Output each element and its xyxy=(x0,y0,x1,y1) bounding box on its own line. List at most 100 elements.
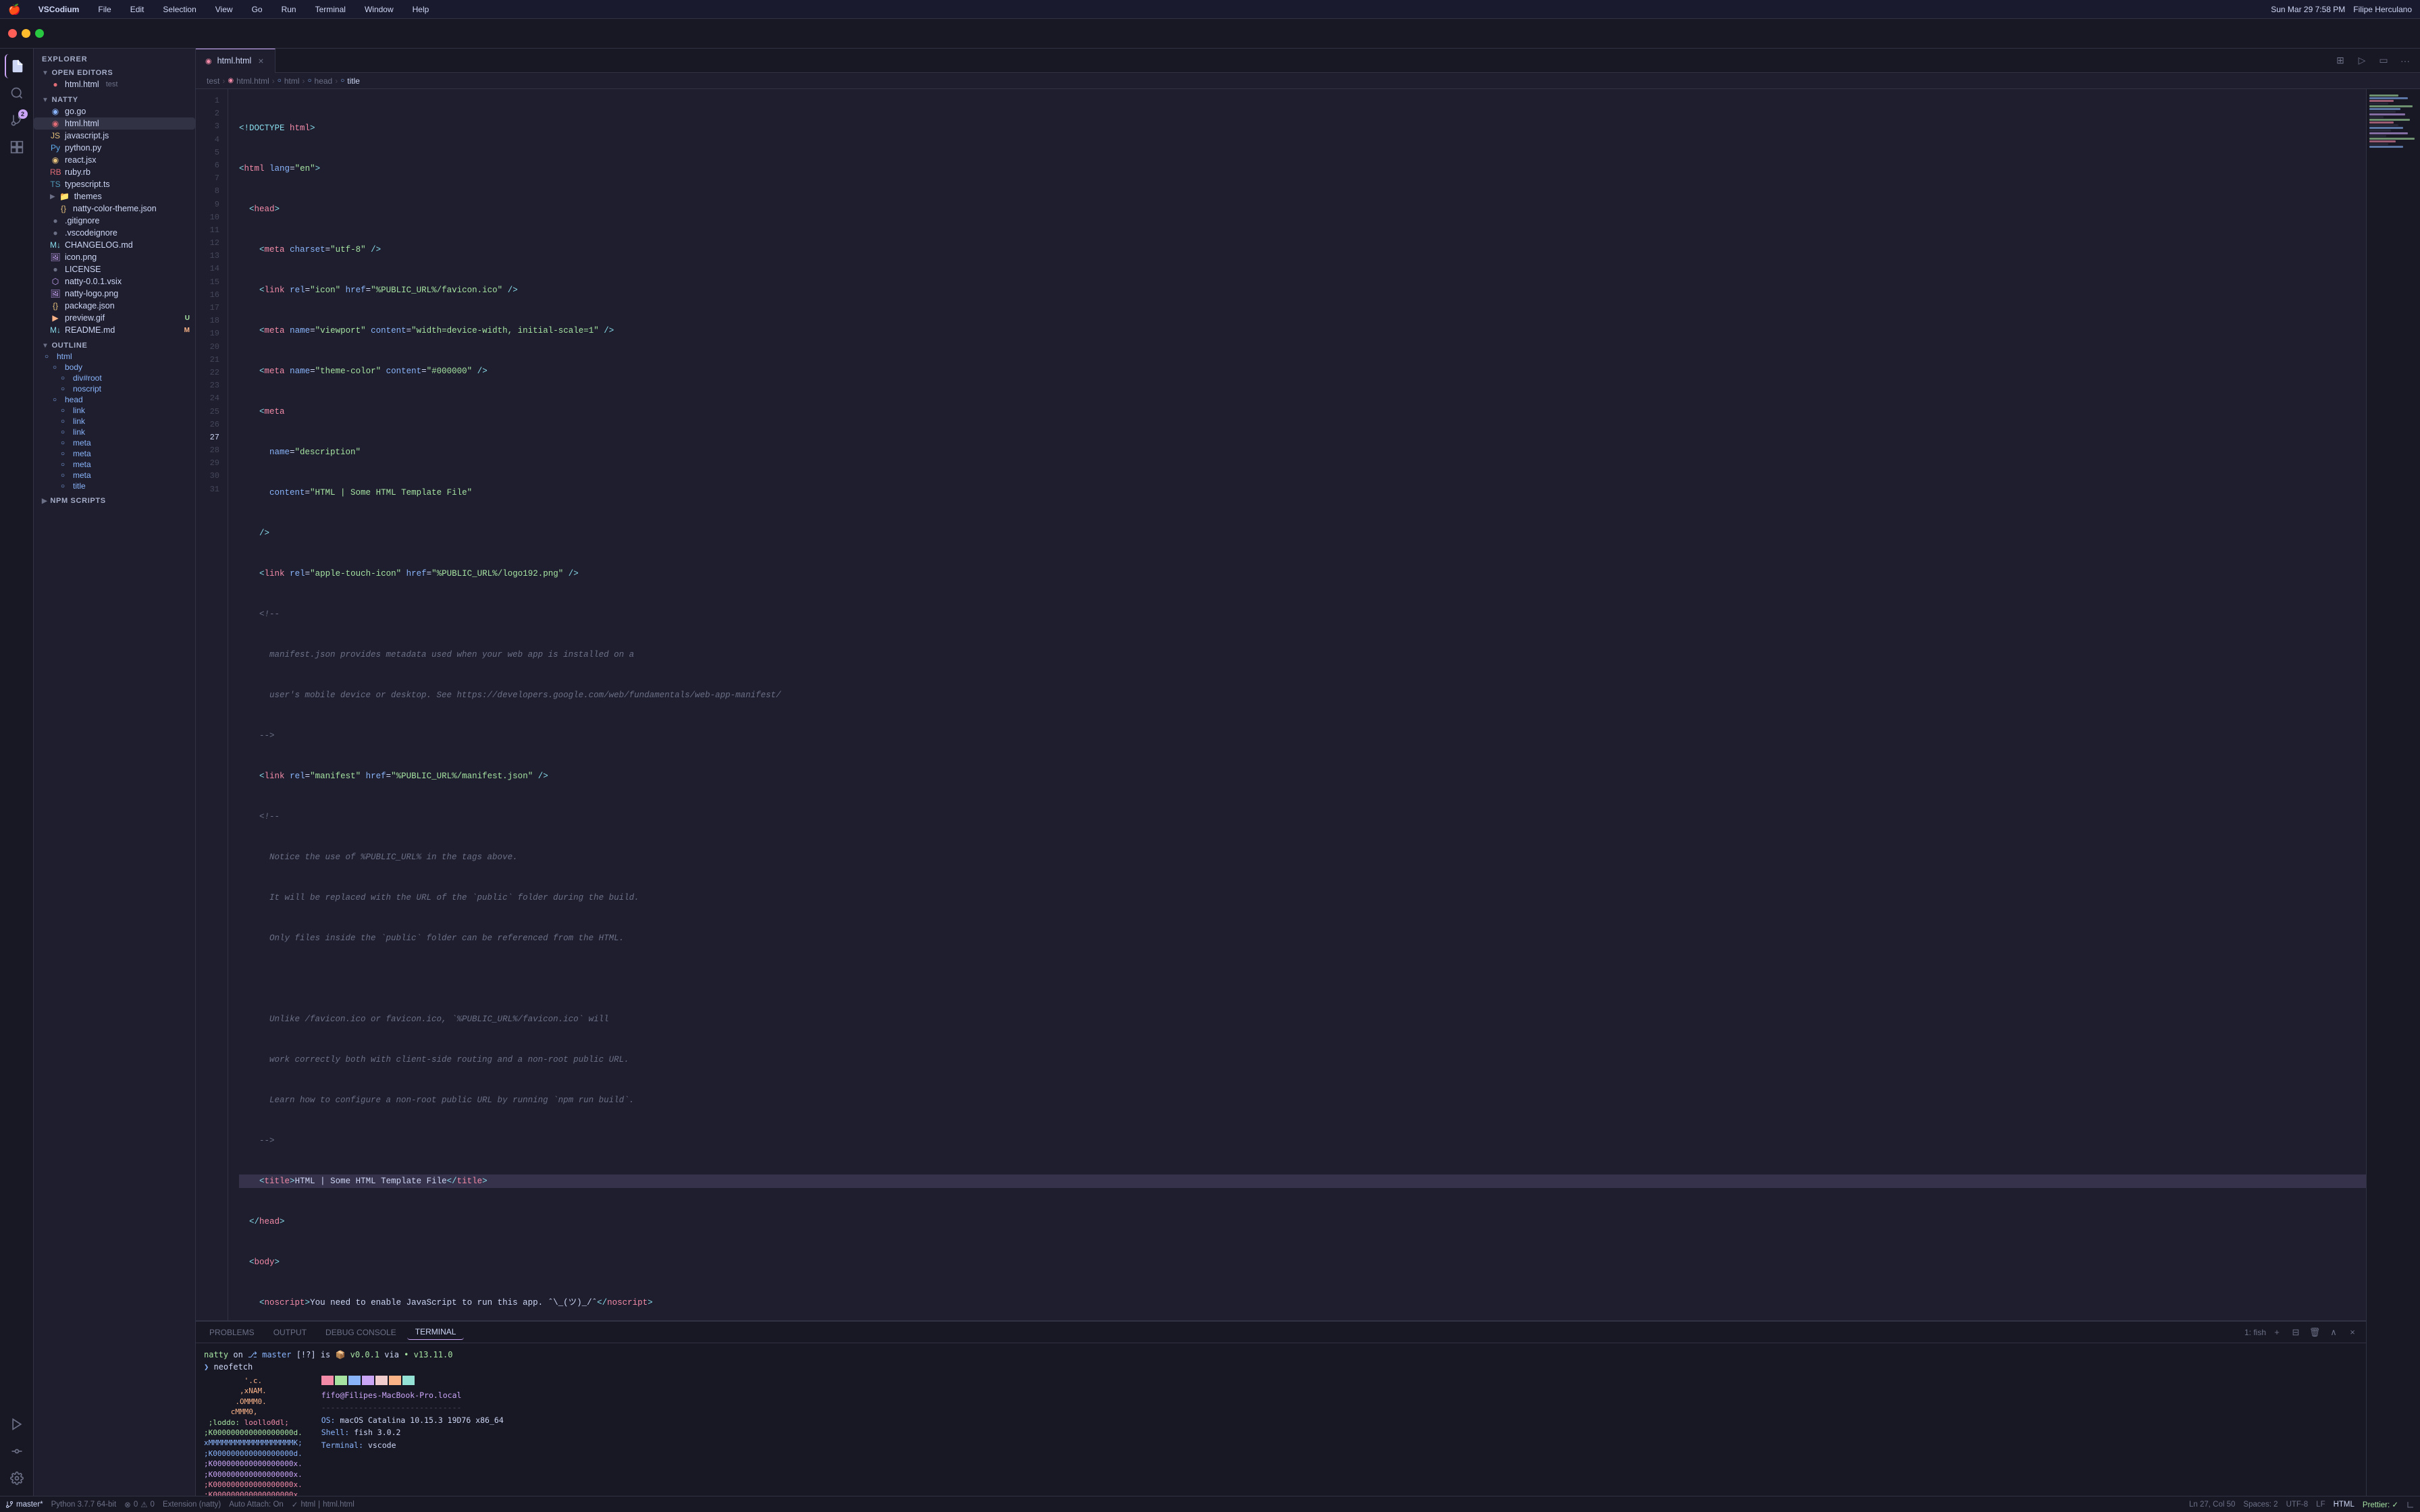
file-package-json[interactable]: {} package.json xyxy=(34,300,195,312)
outline-link3[interactable]: ○ link xyxy=(34,427,195,437)
outline-body[interactable]: ○ body xyxy=(34,362,195,373)
file-theme-json[interactable]: {} natty-color-theme.json xyxy=(34,202,195,215)
file-logo-png[interactable]: 🖼 natty-logo.png xyxy=(34,288,195,300)
explorer-header[interactable]: EXPLORER xyxy=(34,49,195,66)
minimize-button[interactable] xyxy=(22,29,30,38)
menu-view[interactable]: View xyxy=(211,3,237,16)
file-license[interactable]: ● LICENSE xyxy=(34,263,195,275)
code-editor[interactable]: 1 2 3 4 5 6 7 8 9 10 11 12 13 xyxy=(196,89,2366,1496)
outline-head[interactable]: ○ head xyxy=(34,394,195,405)
formatter-status[interactable]: Prettier: ✓ xyxy=(2363,1500,2398,1509)
errors-status[interactable]: ⊗ 0 ⚠ 0 xyxy=(124,1500,155,1509)
terminal-split-button[interactable]: ⊟ xyxy=(2288,1324,2304,1341)
file-status[interactable]: ✓ html | html.html xyxy=(292,1500,354,1509)
outline-meta3[interactable]: ○ meta xyxy=(34,459,195,470)
terminal-new-button[interactable]: + xyxy=(2269,1324,2285,1341)
folder-themes[interactable]: ▶ 📁 themes xyxy=(34,190,195,202)
git-icon[interactable] xyxy=(5,1439,29,1463)
cursor-position[interactable]: Ln 27, Col 50 xyxy=(2189,1501,2235,1509)
line-ending-status[interactable]: LF xyxy=(2316,1501,2325,1509)
app-name[interactable]: VSCodium xyxy=(34,3,84,16)
tab-close-button[interactable]: × xyxy=(257,55,265,66)
outline-title[interactable]: ▼ OUTLINE xyxy=(34,339,195,351)
terminal-trash-button[interactable]: 🗑 xyxy=(2307,1324,2323,1341)
menu-window[interactable]: Window xyxy=(361,3,398,16)
outline-link2[interactable]: ○ link xyxy=(34,416,195,427)
outline-divroot[interactable]: ○ div#root xyxy=(34,373,195,383)
natty-title[interactable]: ▼ NATTY xyxy=(34,93,195,105)
spaces-status[interactable]: Spaces: 2 xyxy=(2243,1501,2278,1509)
code-view[interactable]: 1 2 3 4 5 6 7 8 9 10 11 12 13 xyxy=(196,89,2366,1320)
breadcrumb-head[interactable]: ○ head xyxy=(307,76,332,86)
breadcrumb-test[interactable]: test xyxy=(207,76,219,86)
close-button[interactable] xyxy=(8,29,17,38)
menu-file[interactable]: File xyxy=(94,3,115,16)
toggle-panel-button[interactable]: ▭ xyxy=(2374,51,2393,70)
menu-terminal[interactable]: Terminal xyxy=(311,3,350,16)
breadcrumb-html-tag[interactable]: ○ html xyxy=(278,76,300,86)
file-changelog[interactable]: M↓ CHANGELOG.md xyxy=(34,239,195,251)
outline-html[interactable]: ○ html xyxy=(34,351,195,362)
editor-main: 1 2 3 4 5 6 7 8 9 10 11 12 13 xyxy=(196,89,2420,1496)
file-html[interactable]: ◉ html.html xyxy=(34,117,195,130)
terminal-tab-active[interactable]: TERMINAL xyxy=(407,1324,465,1340)
breadcrumb-title[interactable]: ○ title xyxy=(340,76,360,86)
file-gitignore[interactable]: ● .gitignore xyxy=(34,215,195,227)
file-jsx[interactable]: ◉ react.jsx xyxy=(34,154,195,166)
broadcast-status[interactable] xyxy=(2406,1501,2415,1509)
outline-link1[interactable]: ○ link xyxy=(34,405,195,416)
split-editor-button[interactable]: ⊞ xyxy=(2331,51,2350,70)
more-actions-button[interactable]: ··· xyxy=(2396,51,2415,70)
breadcrumb-htmlfile[interactable]: ◉ html.html xyxy=(228,76,269,86)
git-branch-status[interactable]: master* xyxy=(5,1501,43,1509)
settings-icon[interactable] xyxy=(5,1466,29,1490)
file-readme[interactable]: M↓ README.md M xyxy=(34,324,195,336)
terminal-collapse-button[interactable]: ∧ xyxy=(2325,1324,2342,1341)
outline-meta1[interactable]: ○ meta xyxy=(34,437,195,448)
neofetch-os-row: OS: macOS Catalina 10.15.3 19D76 x86_64 xyxy=(321,1414,504,1426)
file-ts[interactable]: TS typescript.ts xyxy=(34,178,195,190)
extension-status[interactable]: Extension (natty) xyxy=(163,1501,221,1509)
file-vsix[interactable]: ⬡ natty-0.0.1.vsix xyxy=(34,275,195,288)
menu-run[interactable]: Run xyxy=(278,3,300,16)
problems-tab[interactable]: PROBLEMS xyxy=(201,1325,263,1340)
file-py[interactable]: Py python.py xyxy=(34,142,195,154)
run-icon[interactable] xyxy=(5,1412,29,1436)
maximize-button[interactable] xyxy=(35,29,44,38)
python-status[interactable]: Python 3.7.7 64-bit xyxy=(51,1501,117,1509)
run-file-button[interactable]: ▷ xyxy=(2352,51,2371,70)
menu-go[interactable]: Go xyxy=(248,3,267,16)
license-icon: ● xyxy=(50,265,61,274)
open-editors-title[interactable]: ▼ OPEN EDITORS xyxy=(34,66,195,78)
outline-meta2[interactable]: ○ meta xyxy=(34,448,195,459)
open-file-html[interactable]: ● html.html test xyxy=(34,78,195,90)
outline-noscript[interactable]: ○ noscript xyxy=(34,383,195,394)
menu-edit[interactable]: Edit xyxy=(126,3,149,16)
terminal-close-button[interactable]: × xyxy=(2344,1324,2361,1341)
auto-attach-status[interactable]: Auto Attach: On xyxy=(229,1501,284,1509)
menu-help[interactable]: Help xyxy=(409,3,433,16)
outline-meta4[interactable]: ○ meta xyxy=(34,470,195,481)
npm-scripts-title[interactable]: ▶ NPM SCRIPTS xyxy=(34,494,195,506)
extensions-icon[interactable] xyxy=(5,135,29,159)
code-lines[interactable]: <!DOCTYPE html> <html lang="en"> <head> … xyxy=(228,89,2366,1320)
package-json-icon: {} xyxy=(50,301,61,310)
debug-console-tab[interactable]: DEBUG CONSOLE xyxy=(317,1325,404,1340)
language-status[interactable]: HTML xyxy=(2334,1501,2355,1509)
terminal-content[interactable]: natty on ⎇ master [!?] is 📦 v0.0.1 via •… xyxy=(196,1343,2366,1496)
file-vscodeignore[interactable]: ● .vscodeignore xyxy=(34,227,195,239)
source-control-icon[interactable]: 2 xyxy=(5,108,29,132)
encoding-status[interactable]: UTF-8 xyxy=(2286,1501,2309,1509)
file-go[interactable]: ◉ go.go xyxy=(34,105,195,117)
file-js[interactable]: JS javascript.js xyxy=(34,130,195,142)
file-rb[interactable]: RB ruby.rb xyxy=(34,166,195,178)
menu-selection[interactable]: Selection xyxy=(159,3,200,16)
output-tab[interactable]: OUTPUT xyxy=(265,1325,315,1340)
search-icon[interactable] xyxy=(5,81,29,105)
tab-html[interactable]: ◉ html.html × xyxy=(196,49,275,73)
code-line-14: manifest.json provides metadata used whe… xyxy=(239,648,2366,662)
explorer-icon[interactable] xyxy=(5,54,29,78)
file-preview-gif[interactable]: ▶ preview.gif U xyxy=(34,312,195,324)
file-iconpng[interactable]: 🖼 icon.png xyxy=(34,251,195,263)
outline-title[interactable]: ○ title xyxy=(34,481,195,491)
